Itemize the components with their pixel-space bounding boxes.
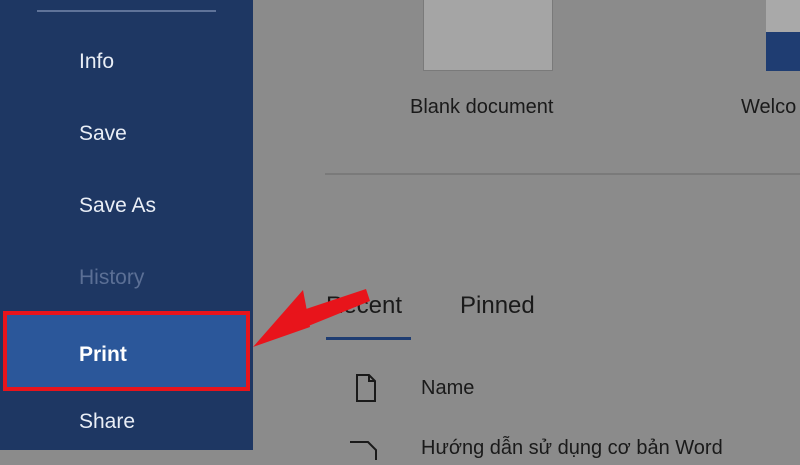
- nav-divider: [37, 10, 216, 12]
- welcome-template-tile-top: [766, 0, 800, 32]
- blank-document-label: Blank document: [410, 96, 554, 118]
- nav-item-save[interactable]: Save: [0, 110, 253, 158]
- blank-document-tile[interactable]: [423, 0, 553, 71]
- document-icon: [348, 440, 378, 465]
- nav-item-history: History: [79, 266, 145, 289]
- nav-item-share[interactable]: Share: [0, 398, 253, 446]
- backstage-nav: Info Save Save As History Print Share: [0, 0, 253, 450]
- column-header-name[interactable]: Name: [421, 377, 474, 400]
- red-arrow-icon: [253, 289, 370, 347]
- nav-item-print[interactable]: Print: [3, 311, 250, 391]
- nav-item-info[interactable]: Info: [0, 38, 253, 86]
- main-panel: Blank document Welco Recent Pinned Name …: [253, 0, 800, 460]
- section-divider: [325, 173, 800, 175]
- welcome-template-label: Welco: [741, 96, 797, 118]
- tab-pinned[interactable]: Pinned: [460, 292, 535, 320]
- file-icon: [355, 374, 377, 407]
- recent-file-row[interactable]: Hướng dẫn sử dụng cơ bản Word: [421, 437, 723, 460]
- nav-item-save-as[interactable]: Save As: [0, 182, 253, 230]
